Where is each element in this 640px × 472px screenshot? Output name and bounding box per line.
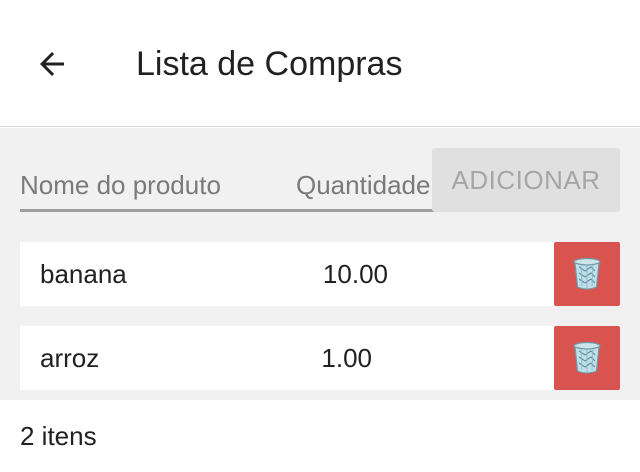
add-product-form: ADICIONAR bbox=[20, 148, 620, 212]
quantity-input[interactable] bbox=[296, 148, 436, 212]
trash-icon bbox=[573, 341, 601, 374]
shopping-list: banana 10.00 arroz 1.00 bbox=[20, 242, 620, 410]
item-name: arroz bbox=[40, 343, 100, 373]
list-item: banana 10.00 bbox=[20, 242, 620, 306]
item-quantity: 1.00 bbox=[321, 343, 372, 373]
item-count: 2 itens bbox=[20, 421, 97, 451]
delete-item-button[interactable] bbox=[554, 242, 620, 306]
product-name-input[interactable] bbox=[20, 148, 296, 212]
list-item: arroz 1.00 bbox=[20, 326, 620, 390]
item-name: banana bbox=[40, 259, 127, 289]
delete-item-button[interactable] bbox=[554, 326, 620, 390]
arrow-left-icon bbox=[40, 52, 64, 76]
trash-icon bbox=[573, 257, 601, 290]
page-title: Lista de Compras bbox=[136, 45, 403, 83]
back-button[interactable] bbox=[28, 40, 76, 88]
add-button[interactable]: ADICIONAR bbox=[432, 148, 620, 212]
app-bar: Lista de Compras bbox=[0, 0, 640, 127]
main-content: ADICIONAR banana 10.00 arroz 1.00 bbox=[0, 128, 640, 400]
item-quantity: 10.00 bbox=[322, 259, 388, 289]
